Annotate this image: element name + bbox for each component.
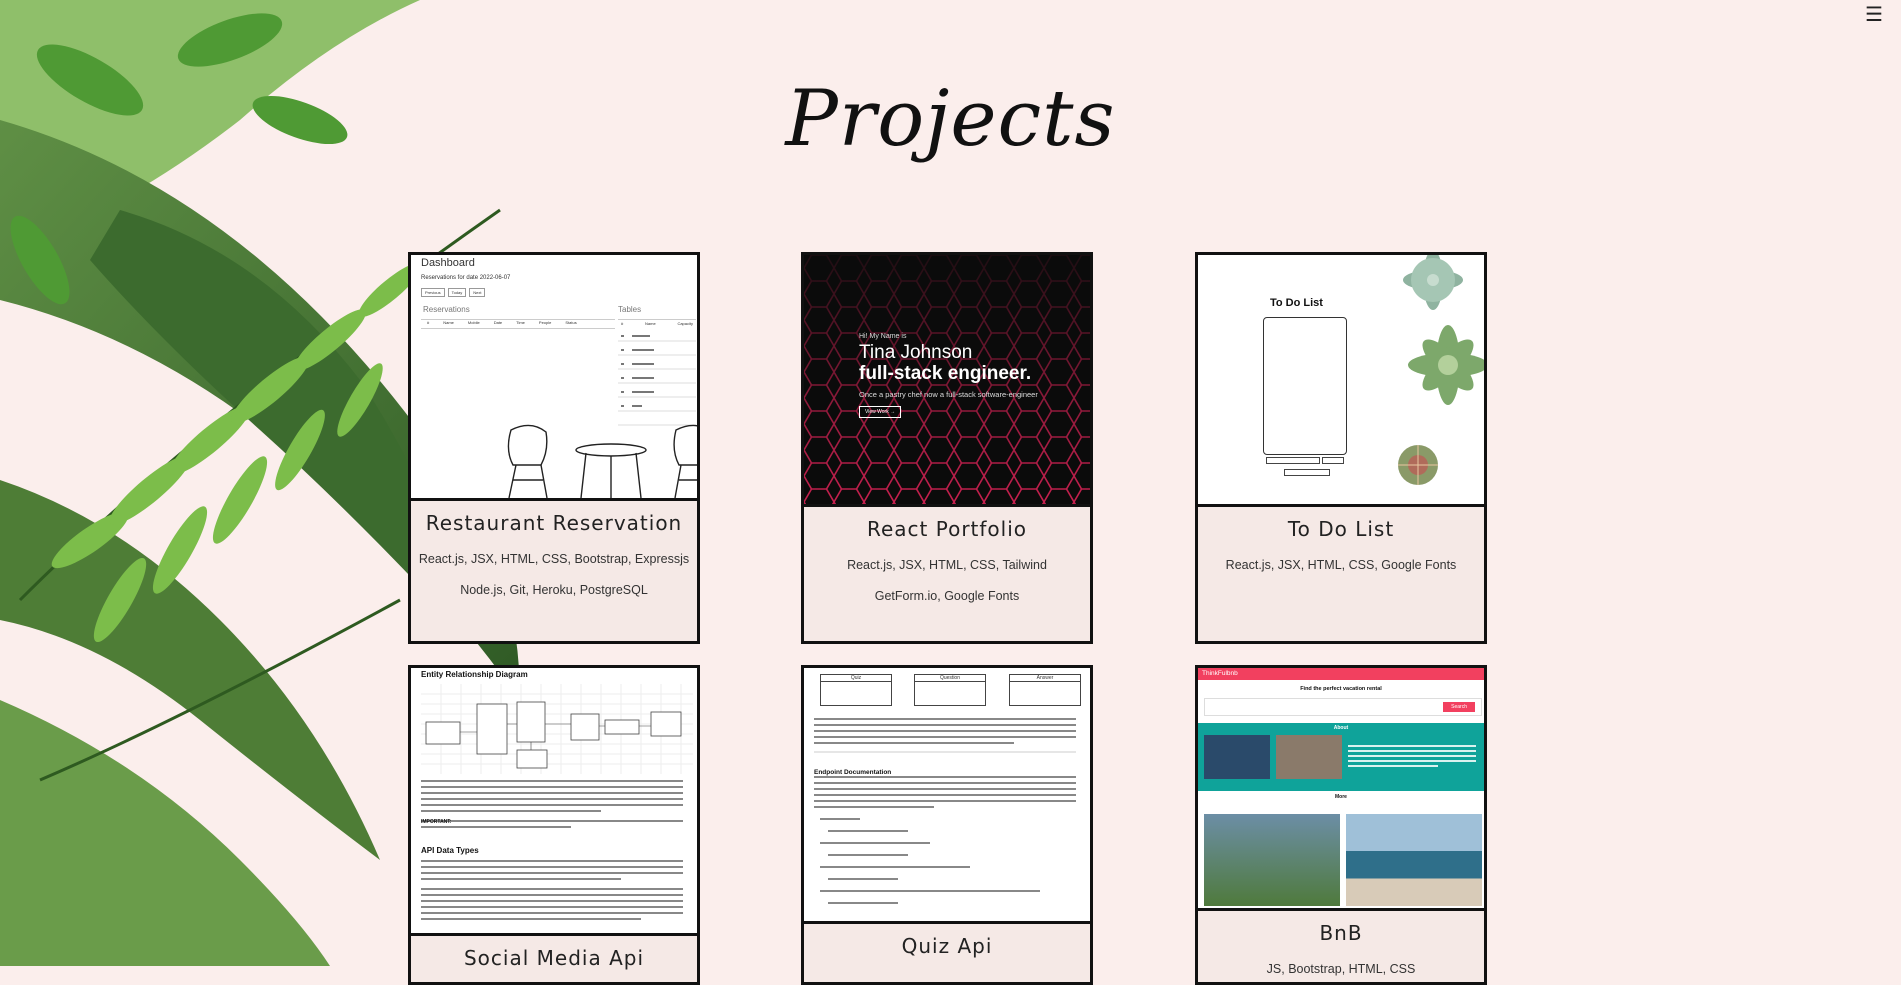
preview-previous-button: Previous [421, 288, 445, 297]
er-diagram [421, 684, 693, 774]
project-tech-line: React.js, JSX, HTML, CSS, Bootstrap, Exp… [418, 552, 690, 566]
preview-today-button: Today [447, 288, 467, 297]
preview-table-col: # [621, 321, 624, 326]
preview-box-title: Quiz [821, 675, 891, 682]
preview-col: Time [516, 320, 525, 325]
preview-box-title: Answer [1010, 675, 1080, 682]
preview-col: People [538, 320, 552, 325]
preview-about-section: About [1198, 723, 1484, 791]
project-title: Social Media Api [463, 946, 644, 970]
project-title: React Portfolio [866, 517, 1028, 541]
preview-col: Date [493, 320, 503, 325]
project-screenshot[interactable]: Dashboard Reservations for date 2022-06-… [411, 255, 697, 501]
preview-navbar: ThinkFulbnb [1198, 668, 1484, 680]
preview-hero: Find the perfect vacation rental [1300, 686, 1382, 692]
preview-reservations-label: Reservations [423, 305, 470, 314]
project-tech-line: JS, Bootstrap, HTML, CSS [1266, 962, 1416, 976]
preview-search-button: Search [1443, 702, 1475, 712]
preview-photo-beach-houses [1346, 814, 1482, 906]
preview-heading: Dashboard [421, 257, 475, 269]
hamburger-menu-icon[interactable]: ☰ [1865, 2, 1883, 26]
project-tech-line: GetForm.io, Google Fonts [874, 588, 1020, 603]
page-title: Projects [785, 74, 1116, 164]
preview-name: Tina Johnson [859, 342, 973, 363]
preview-answer-box: Answer [1009, 674, 1081, 706]
preview-about-label: About [1333, 725, 1349, 731]
preview-col: Status [565, 320, 577, 325]
preview-col: # [427, 320, 430, 325]
project-screenshot[interactable]: Quiz Question Answer Endpoint Documentat… [804, 668, 1090, 924]
project-title: Quiz Api [901, 934, 993, 958]
project-card-react-portfolio[interactable]: Hi! My Name is Tina Johnson full-stack e… [801, 252, 1093, 644]
preview-todo-input [1266, 457, 1320, 464]
preview-tagline: Once a pastry chef now a full-stack soft… [859, 390, 1038, 399]
preview-heading: To Do List [1270, 297, 1323, 309]
documentation-text [421, 780, 683, 920]
project-card-restaurant-reservation[interactable]: Dashboard Reservations for date 2022-06-… [408, 252, 700, 644]
documentation-text [814, 718, 1076, 904]
project-title: BnB [1319, 921, 1363, 945]
preview-col: Name [443, 320, 454, 325]
preview-question-box: Question [914, 674, 986, 706]
succulent-plants-image [1398, 255, 1484, 485]
project-screenshot[interactable]: ThinkFulbnb Find the perfect vacation re… [1198, 668, 1484, 911]
preview-quiz-box: Quiz [820, 674, 892, 706]
project-card-quiz-api[interactable]: Quiz Question Answer Endpoint Documentat… [801, 665, 1093, 985]
preview-important: IMPORTANT: [421, 819, 452, 825]
project-card-to-do-list[interactable]: To Do List To Do List React.js, JSX, HTM… [1195, 252, 1487, 644]
preview-table-col: Capacity [677, 321, 693, 326]
chairs-illustration [507, 424, 697, 498]
preview-section: Endpoint Documentation [814, 769, 892, 776]
preview-search-bar: Search [1204, 698, 1482, 716]
preview-table-rows [618, 335, 696, 426]
preview-todo-box [1263, 317, 1347, 455]
preview-more-label: More [1335, 794, 1347, 800]
preview-brand: ThinkFulbnb [1202, 670, 1238, 677]
project-title: Restaurant Reservation [425, 511, 683, 535]
project-card-bnb[interactable]: ThinkFulbnb Find the perfect vacation re… [1195, 665, 1487, 985]
preview-box-title: Question [915, 675, 985, 682]
preview-heading: Entity Relationship Diagram [421, 670, 528, 679]
project-tech-line: Node.js, Git, Heroku, PostgreSQL [460, 582, 648, 597]
preview-todo-clear [1284, 469, 1330, 476]
preview-photo-mountain [1204, 814, 1340, 906]
project-tech-line: React.js, JSX, HTML, CSS, Google Fonts [1225, 558, 1457, 572]
preview-table-col: Name [645, 321, 656, 326]
preview-next-button: Next [469, 288, 486, 297]
project-title: To Do List [1287, 517, 1395, 541]
project-screenshot[interactable]: Hi! My Name is Tina Johnson full-stack e… [804, 255, 1090, 507]
project-screenshot[interactable]: To Do List [1198, 255, 1484, 507]
preview-role: full-stack engineer. [859, 363, 1032, 384]
project-card-social-media-api[interactable]: Entity Relationship Diagram IMPORTANT: A… [408, 665, 700, 985]
preview-subheading: Reservations for date 2022-06-07 [421, 275, 511, 281]
preview-tables-label: Tables [618, 305, 642, 314]
preview-todo-button [1322, 457, 1344, 464]
project-tech-line: React.js, JSX, HTML, CSS, Tailwind [847, 558, 1047, 572]
preview-col: Mobile [467, 320, 480, 325]
project-screenshot[interactable]: Entity Relationship Diagram IMPORTANT: A… [411, 668, 697, 936]
preview-view-work-button: View Work → [859, 406, 902, 418]
preview-greeting: Hi! My Name is [859, 333, 907, 340]
preview-section: API Data Types [421, 846, 479, 855]
